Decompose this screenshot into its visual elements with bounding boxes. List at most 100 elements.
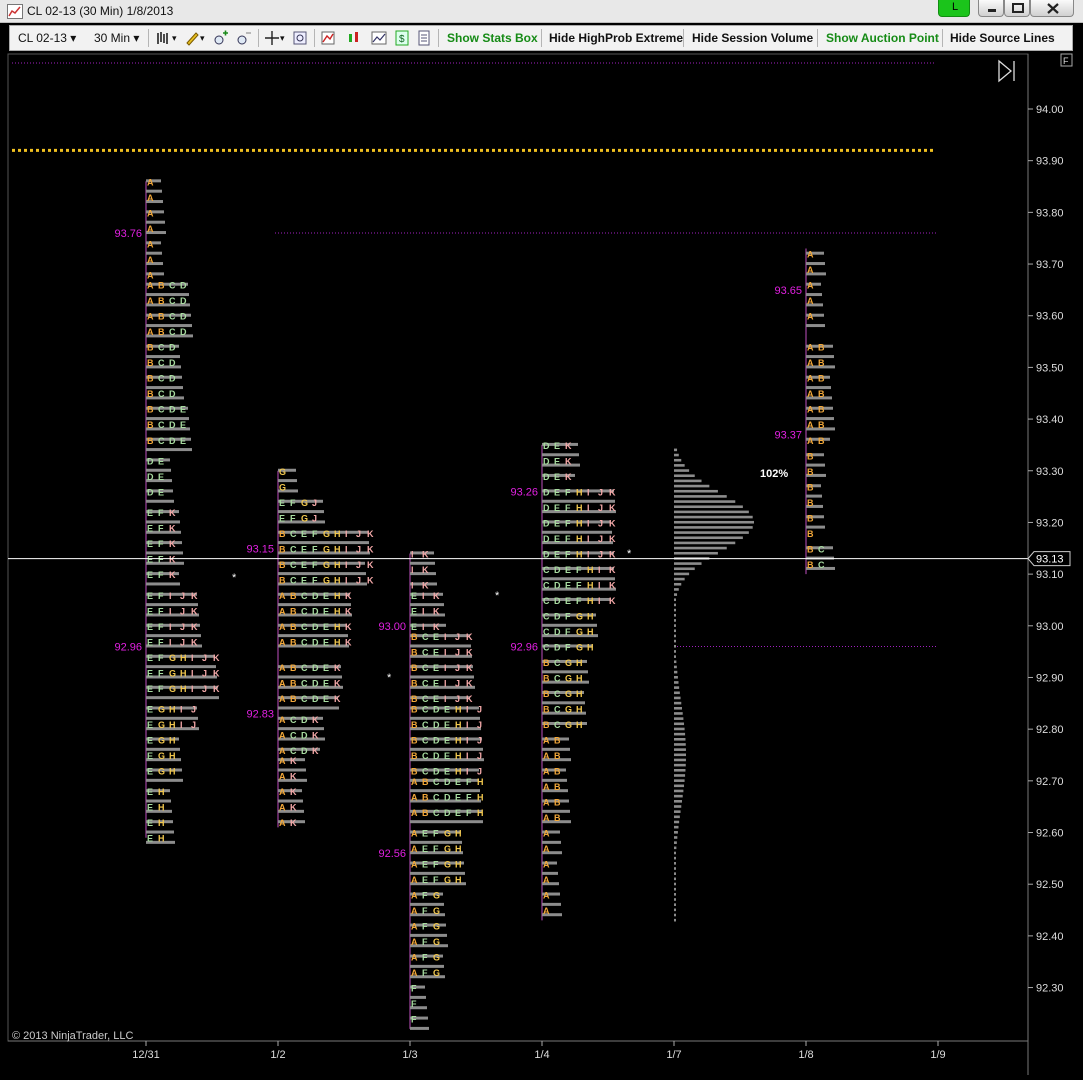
tpo-letter: C: [290, 730, 297, 740]
tpo-letter: C: [422, 694, 429, 704]
tpo-letter: B: [422, 777, 429, 787]
zoom-in-icon[interactable]: [213, 30, 229, 46]
tpo-letter: A: [279, 803, 286, 813]
volume-bar: [674, 841, 677, 844]
tpo-letter: J: [202, 653, 207, 663]
tpo-letter: K: [433, 591, 440, 601]
chart-toolbar: CL 02-13 ▾ 30 Min ▾ ▾ ▾ ▾ $ Show Stats B…: [9, 25, 1073, 51]
histogram-bar: [278, 665, 341, 669]
tpo-letter: I: [345, 575, 348, 585]
tpo-letter: I: [444, 632, 447, 642]
volume-bar: [674, 541, 736, 545]
volume-bar: [674, 577, 685, 581]
bar-type-dropdown-icon[interactable]: ▾: [172, 33, 177, 44]
tpo-letter: I: [598, 580, 601, 590]
bar-type-icon[interactable]: [156, 30, 172, 46]
data-box-icon[interactable]: [292, 30, 308, 46]
tpo-letter: H: [334, 560, 341, 570]
tpo-letter: F: [422, 906, 428, 916]
tpo-letter: J: [455, 663, 460, 673]
tpo-letter: H: [455, 767, 462, 777]
tpo-letter: C: [301, 591, 308, 601]
tpo-letter: K: [422, 565, 429, 575]
volume-bar: [674, 732, 686, 736]
tpo-letter: C: [169, 296, 176, 306]
volume-bar: [674, 851, 676, 855]
maximize-icon: [1012, 3, 1024, 13]
tpo-letter: I: [466, 735, 469, 745]
tpo-letter: C: [422, 735, 429, 745]
tpo-letter: G: [323, 560, 330, 570]
tpo-letter: E: [455, 777, 461, 787]
tpo-letter: I: [598, 565, 601, 575]
crosshair-dropdown-icon[interactable]: ▾: [280, 33, 285, 44]
tpo-letter: H: [169, 767, 176, 777]
crosshair-icon[interactable]: [264, 30, 280, 46]
hide-highprob-extreme-button[interactable]: Hide HighProb Extreme: [549, 31, 683, 45]
tpo-letter: B: [554, 767, 561, 777]
volume-bar: [674, 696, 681, 700]
tpo-letter: J: [356, 544, 361, 554]
tpo-letter: J: [477, 751, 482, 761]
y-tick-label: 92.60: [1036, 828, 1064, 840]
pencil-draw-icon[interactable]: [184, 30, 200, 46]
properties-panel-icon[interactable]: [416, 30, 432, 46]
panel-f-button[interactable]: F: [1060, 53, 1073, 67]
chart-panel[interactable]: 94.00 93.90 93.80 93.70 93.60 93.50 93.40 93.30…: [0, 52, 1083, 1080]
live-status-button[interactable]: L: [938, 0, 970, 17]
tpo-letter: J: [598, 549, 603, 559]
live-badge-label: L: [952, 1, 959, 13]
tpo-letter: A: [279, 818, 286, 828]
tpo-letter: J: [191, 704, 196, 714]
tpo-letter: A: [807, 389, 814, 399]
volume-bar: [674, 800, 683, 803]
volume-bar: [674, 650, 676, 653]
tpo-letter: D: [169, 343, 176, 353]
tpo-letter: C: [543, 611, 550, 621]
market-profile-chart[interactable]: 94.00 93.90 93.80 93.70 93.60 93.50 93.40 93.30…: [0, 52, 1083, 1075]
tpo-letter: H: [455, 844, 462, 854]
instrument-selector[interactable]: CL 02-13 ▾: [18, 31, 76, 45]
volume-bar: [674, 893, 676, 896]
tpo-letter: A: [543, 844, 550, 854]
draw-dropdown-icon[interactable]: ▾: [200, 33, 205, 44]
tpo-letter: E: [147, 684, 153, 694]
tpo-letter: E: [147, 767, 153, 777]
volume-bar: [674, 582, 682, 586]
close-button[interactable]: [1030, 0, 1074, 17]
tpo-letter: A: [543, 829, 550, 839]
dollar-icon[interactable]: $: [394, 30, 410, 46]
tpo-letter: J: [356, 560, 361, 570]
hide-session-volume-button[interactable]: Hide Session Volume: [692, 31, 813, 45]
interval-selector[interactable]: 30 Min ▾: [94, 31, 139, 45]
tpo-letter: H: [587, 627, 594, 637]
tpo-letter: G: [444, 829, 451, 839]
tpo-letter: A: [279, 756, 286, 766]
tpo-letter: J: [312, 513, 317, 523]
tpo-letter: C: [290, 529, 297, 539]
tpo-letter: I: [169, 591, 172, 601]
chart-properties-icon[interactable]: [371, 30, 387, 46]
show-stats-box-button[interactable]: Show Stats Box: [447, 31, 538, 45]
tpo-letter: B: [158, 296, 165, 306]
tpo-letter: B: [279, 575, 286, 585]
tpo-letter: D: [147, 456, 154, 466]
tpo-letter: D: [554, 642, 561, 652]
show-auction-point-button[interactable]: Show Auction Point: [826, 31, 939, 45]
zoom-out-icon[interactable]: [236, 30, 252, 46]
indicators-icon[interactable]: [320, 30, 336, 46]
tpo-letter: E: [147, 622, 153, 632]
maximize-button[interactable]: [1004, 0, 1030, 17]
tpo-letter: E: [444, 704, 450, 714]
tpo-letter: B: [818, 374, 825, 384]
tpo-letter: G: [433, 968, 440, 978]
strategies-icon[interactable]: [346, 30, 362, 46]
histogram-bar: [806, 324, 825, 328]
minimize-button[interactable]: [978, 0, 1004, 17]
hide-source-lines-button[interactable]: Hide Source Lines: [950, 31, 1055, 45]
tpo-letter: K: [169, 508, 176, 518]
tpo-letter: F: [433, 844, 439, 854]
tpo-letter: B: [818, 358, 825, 368]
tpo-letter: B: [147, 420, 154, 430]
histogram-bar: [410, 654, 472, 658]
